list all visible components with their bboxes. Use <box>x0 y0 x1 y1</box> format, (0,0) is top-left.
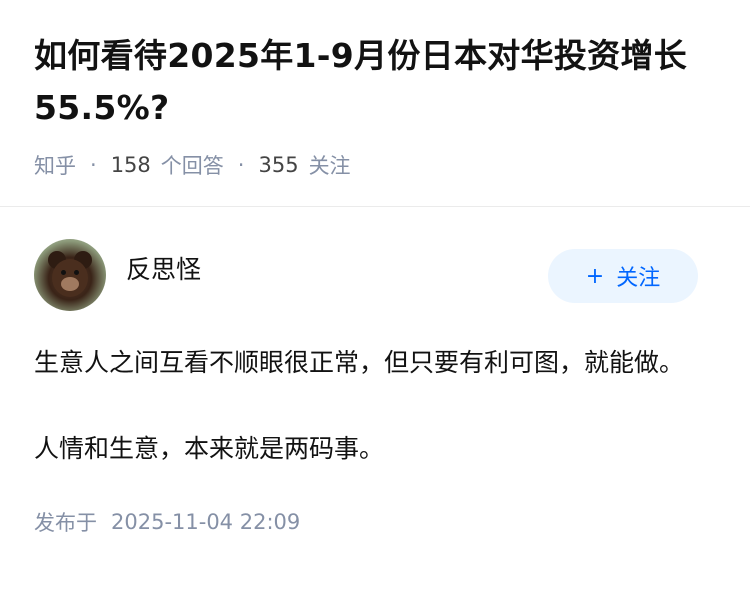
follower-count-label: 关注 <box>308 154 351 178</box>
plus-icon: + <box>585 263 605 289</box>
follow-button-label: 关注 <box>616 266 661 291</box>
header-divider <box>0 206 750 207</box>
avatar-snout <box>61 277 79 291</box>
publish-label: 发布于 <box>34 511 97 535</box>
publish-time: 2025-11-04 22:09 <box>111 510 301 534</box>
meta-separator: · <box>237 153 245 177</box>
question-title[interactable]: 如何看待2025年1-9月份日本对华投资增长 55.5%? <box>34 30 716 134</box>
answer-paragraph: 生意人之间互看不顺眼很正常，但只要有利可图，就能做。 <box>34 348 685 377</box>
meta-separator: · <box>90 153 97 177</box>
bear-cub-avatar[interactable] <box>34 239 106 311</box>
publish-info: 发布于 2025-11-04 22:09 <box>34 507 716 537</box>
follower-count: 355 <box>258 153 299 177</box>
avatar-eye-left <box>61 270 66 275</box>
author-name[interactable]: 反思怪 <box>126 250 201 286</box>
question-meta: 知乎 · 158 个回答 · 355 关注 <box>34 150 716 180</box>
answer-paragraph: 人情和生意，本来就是两码事。 <box>34 434 385 463</box>
answer-count-label[interactable]: 个回答 <box>161 150 224 180</box>
follow-button[interactable]: + 关注 <box>548 249 698 303</box>
source-label[interactable]: 知乎 <box>34 150 76 180</box>
zhihu-answer-page: 如何看待2025年1-9月份日本对华投资增长 55.5%? 知乎 · 158 个… <box>0 0 750 616</box>
avatar-eye-right <box>74 270 79 275</box>
answer-content: 生意人之间互看不顺眼很正常，但只要有利可图，就能做。 人情和生意，本来就是两码事… <box>34 341 716 471</box>
answer-card: 反思怪 + 关注 生意人之间互看不顺眼很正常，但只要有利可图，就能做。 人情和生… <box>0 239 750 537</box>
question-title-line2: 55.5%? <box>34 88 170 127</box>
question-title-line1: 如何看待2025年1-9月份日本对华投资增长 <box>34 36 688 75</box>
question-header: 如何看待2025年1-9月份日本对华投资增长 55.5%? 知乎 · 158 个… <box>0 0 750 180</box>
author-row: 反思怪 + 关注 <box>34 239 716 311</box>
answer-count: 158 <box>110 153 151 177</box>
